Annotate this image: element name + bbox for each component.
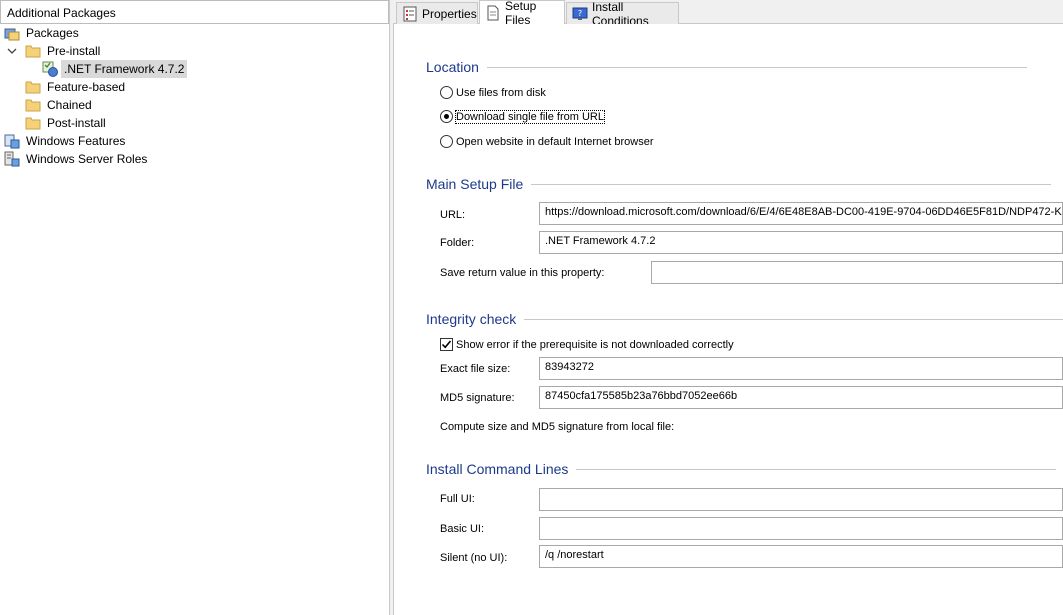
radio-open-website[interactable]: Open website in default Internet browser bbox=[440, 135, 654, 148]
tree-item-label: Chained bbox=[47, 98, 92, 112]
chevron-down-icon[interactable] bbox=[7, 46, 17, 56]
tree-header: Additional Packages bbox=[0, 0, 389, 24]
checkmark-icon bbox=[441, 340, 452, 349]
radio-use-files-from-disk[interactable]: Use files from disk bbox=[440, 86, 546, 99]
section-integrity-check: Integrity check bbox=[426, 311, 1063, 327]
tab-setup-files[interactable]: Setup Files bbox=[479, 0, 565, 27]
basic-ui-input[interactable] bbox=[539, 517, 1063, 540]
properties-icon bbox=[403, 6, 417, 21]
tab-label: Setup Files bbox=[505, 0, 537, 27]
folder-icon bbox=[25, 81, 41, 94]
url-input[interactable]: https://download.microsoft.com/download/… bbox=[539, 202, 1063, 225]
checkbox-label: Show error if the prerequisite is not do… bbox=[456, 338, 734, 351]
return-value-label: Save return value in this property: bbox=[440, 267, 605, 279]
folder-label: Folder: bbox=[440, 237, 475, 249]
tab-install-conditions[interactable]: ? Install Conditions bbox=[566, 0, 679, 28]
svg-text:?: ? bbox=[578, 9, 582, 18]
option-label: Download single file from URL bbox=[455, 109, 605, 124]
section-install-command-lines: Install Command Lines bbox=[426, 461, 1057, 477]
tree-item-label: Post-install bbox=[47, 116, 106, 130]
full-ui-input[interactable] bbox=[539, 488, 1063, 511]
tree-item-feature-based[interactable]: Feature-based bbox=[25, 78, 128, 96]
folder-input[interactable]: .NET Framework 4.7.2 bbox=[539, 231, 1063, 254]
section-title: Main Setup File bbox=[426, 176, 524, 192]
section-location: Location bbox=[426, 59, 1027, 75]
tree-item-windows-server-roles[interactable]: Windows Server Roles bbox=[4, 150, 150, 168]
tree-item-windows-features[interactable]: Windows Features bbox=[4, 132, 128, 150]
radio-button[interactable] bbox=[440, 86, 453, 99]
section-title: Integrity check bbox=[426, 311, 517, 327]
section-main-setup-file: Main Setup File bbox=[426, 176, 1052, 192]
folder-icon bbox=[25, 99, 41, 112]
tree-item-label: Feature-based bbox=[47, 80, 126, 94]
file-size-label: Exact file size: bbox=[440, 363, 511, 375]
tree-item-dotnet-framework[interactable]: .NET Framework 4.7.2 bbox=[42, 60, 188, 78]
tree-item-label: .NET Framework 4.7.2 bbox=[61, 60, 188, 78]
radio-button-selected[interactable] bbox=[440, 110, 453, 123]
document-icon bbox=[487, 5, 499, 21]
folder-icon bbox=[25, 45, 41, 58]
radio-button[interactable] bbox=[440, 135, 453, 148]
tree-item-label: Packages bbox=[26, 26, 79, 40]
tab-properties[interactable]: Properties bbox=[396, 2, 478, 24]
server-roles-icon bbox=[4, 151, 20, 167]
packages-icon bbox=[4, 28, 20, 41]
setup-files-panel: Location Use files from disk Download si… bbox=[393, 24, 1063, 615]
file-size-input[interactable]: 83943272 bbox=[539, 357, 1063, 380]
tree-item-label: Windows Server Roles bbox=[26, 152, 148, 166]
option-label: Use files from disk bbox=[456, 86, 546, 99]
url-label: URL: bbox=[440, 209, 466, 221]
tree-item-label: Pre-install bbox=[47, 44, 101, 58]
show-error-checkbox-row[interactable]: Show error if the prerequisite is not do… bbox=[440, 338, 734, 351]
section-title: Install Command Lines bbox=[426, 461, 569, 477]
radio-download-single-file[interactable]: Download single file from URL bbox=[440, 109, 605, 124]
tree-item-pre-install[interactable]: Pre-install bbox=[7, 42, 103, 60]
show-error-checkbox[interactable] bbox=[440, 338, 453, 351]
return-value-input[interactable] bbox=[651, 261, 1063, 284]
full-ui-label: Full UI: bbox=[440, 493, 475, 505]
section-title: Location bbox=[426, 59, 479, 75]
package-tree-pane: Additional Packages Packages Pre-install… bbox=[0, 0, 390, 615]
basic-ui-label: Basic UI: bbox=[440, 523, 485, 535]
silent-ui-input[interactable]: /q /norestart bbox=[539, 545, 1063, 568]
windows-features-icon bbox=[4, 134, 20, 149]
silent-ui-label: Silent (no UI): bbox=[440, 552, 508, 564]
md5-label: MD5 signature: bbox=[440, 392, 515, 404]
monitor-icon: ? bbox=[572, 7, 588, 20]
tree-item-packages[interactable]: Packages bbox=[4, 24, 82, 42]
folder-icon bbox=[25, 117, 41, 130]
tab-strip: Properties Setup Files ? Install Conditi… bbox=[393, 0, 1063, 28]
package-globe-icon bbox=[42, 61, 58, 77]
details-pane: Properties Setup Files ? Install Conditi… bbox=[393, 0, 1063, 615]
compute-from-local-label: Compute size and MD5 signature from loca… bbox=[440, 421, 675, 433]
option-label: Open website in default Internet browser bbox=[456, 135, 654, 148]
tree-item-chained[interactable]: Chained bbox=[25, 96, 95, 114]
md5-input[interactable]: 87450cfa175585b23a76bbd7052ee66b bbox=[539, 386, 1063, 409]
tree-item-label: Windows Features bbox=[26, 134, 126, 148]
tab-label: Properties bbox=[422, 6, 477, 21]
tree-item-post-install[interactable]: Post-install bbox=[25, 114, 109, 132]
